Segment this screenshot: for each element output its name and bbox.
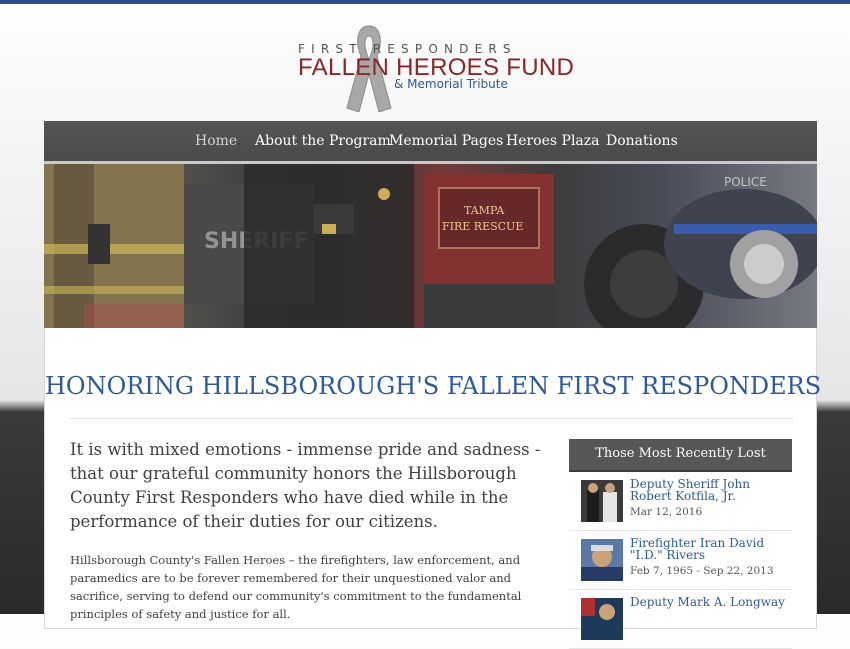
hero-photo[interactable] — [581, 598, 623, 640]
nav-heroes-plaza[interactable]: Heroes Plaza — [506, 133, 600, 149]
hero-photo[interactable] — [581, 539, 623, 581]
list-item[interactable]: Deputy Sheriff John Robert Kotfila, Jr. … — [569, 472, 792, 531]
nav-home[interactable]: Home — [195, 133, 237, 149]
title-divider — [69, 418, 793, 419]
intro-body: Hillsborough County's Fallen Heroes – th… — [70, 553, 522, 621]
site-logo[interactable]: FIRST RESPONDERS FALLEN HEROES FUND & Me… — [298, 20, 574, 114]
main-nav: Home About the Program Memorial Pages He… — [44, 121, 817, 164]
hero-date: Mar 12, 2016 — [630, 506, 703, 518]
page-title: HONORING HILLSBOROUGH'S FALLEN FIRST RES… — [45, 372, 822, 400]
list-item[interactable]: Firefighter Iran David "I.D." Rivers Feb… — [569, 531, 792, 590]
logo-subtitle: & Memorial Tribute — [394, 77, 508, 91]
banner-collage: SHERIFF TAMPA FIRE RESCUE POLICE — [44, 164, 817, 328]
nav-memorial-pages[interactable]: Memorial Pages — [389, 133, 503, 149]
hero-banner: SHERIFF TAMPA FIRE RESCUE POLICE — [44, 164, 817, 328]
hero-name-link[interactable]: Firefighter Iran David "I.D." Rivers — [630, 537, 786, 561]
nav-about-the-program[interactable]: About the Program — [255, 133, 391, 149]
hero-name-link[interactable]: Deputy Mark A. Longway — [630, 596, 786, 608]
list-item[interactable]: Deputy Mark A. Longway — [569, 590, 792, 649]
nav-donations[interactable]: Donations — [606, 133, 678, 149]
hero-name-link[interactable]: Deputy Sheriff John Robert Kotfila, Jr. — [630, 478, 786, 502]
hero-date: Feb 7, 1965 - Sep 22, 2013 — [630, 565, 774, 577]
sidebar-title: Those Most Recently Lost — [569, 439, 792, 472]
hero-photo[interactable] — [581, 480, 623, 522]
main-content: HONORING HILLSBOROUGH'S FALLEN FIRST RES… — [44, 328, 822, 649]
top-accent-bar — [0, 0, 850, 4]
recently-lost-sidebar: Those Most Recently Lost Deputy Sheriff … — [569, 439, 792, 649]
intro-lead: It is with mixed emotions - immense prid… — [70, 440, 541, 531]
